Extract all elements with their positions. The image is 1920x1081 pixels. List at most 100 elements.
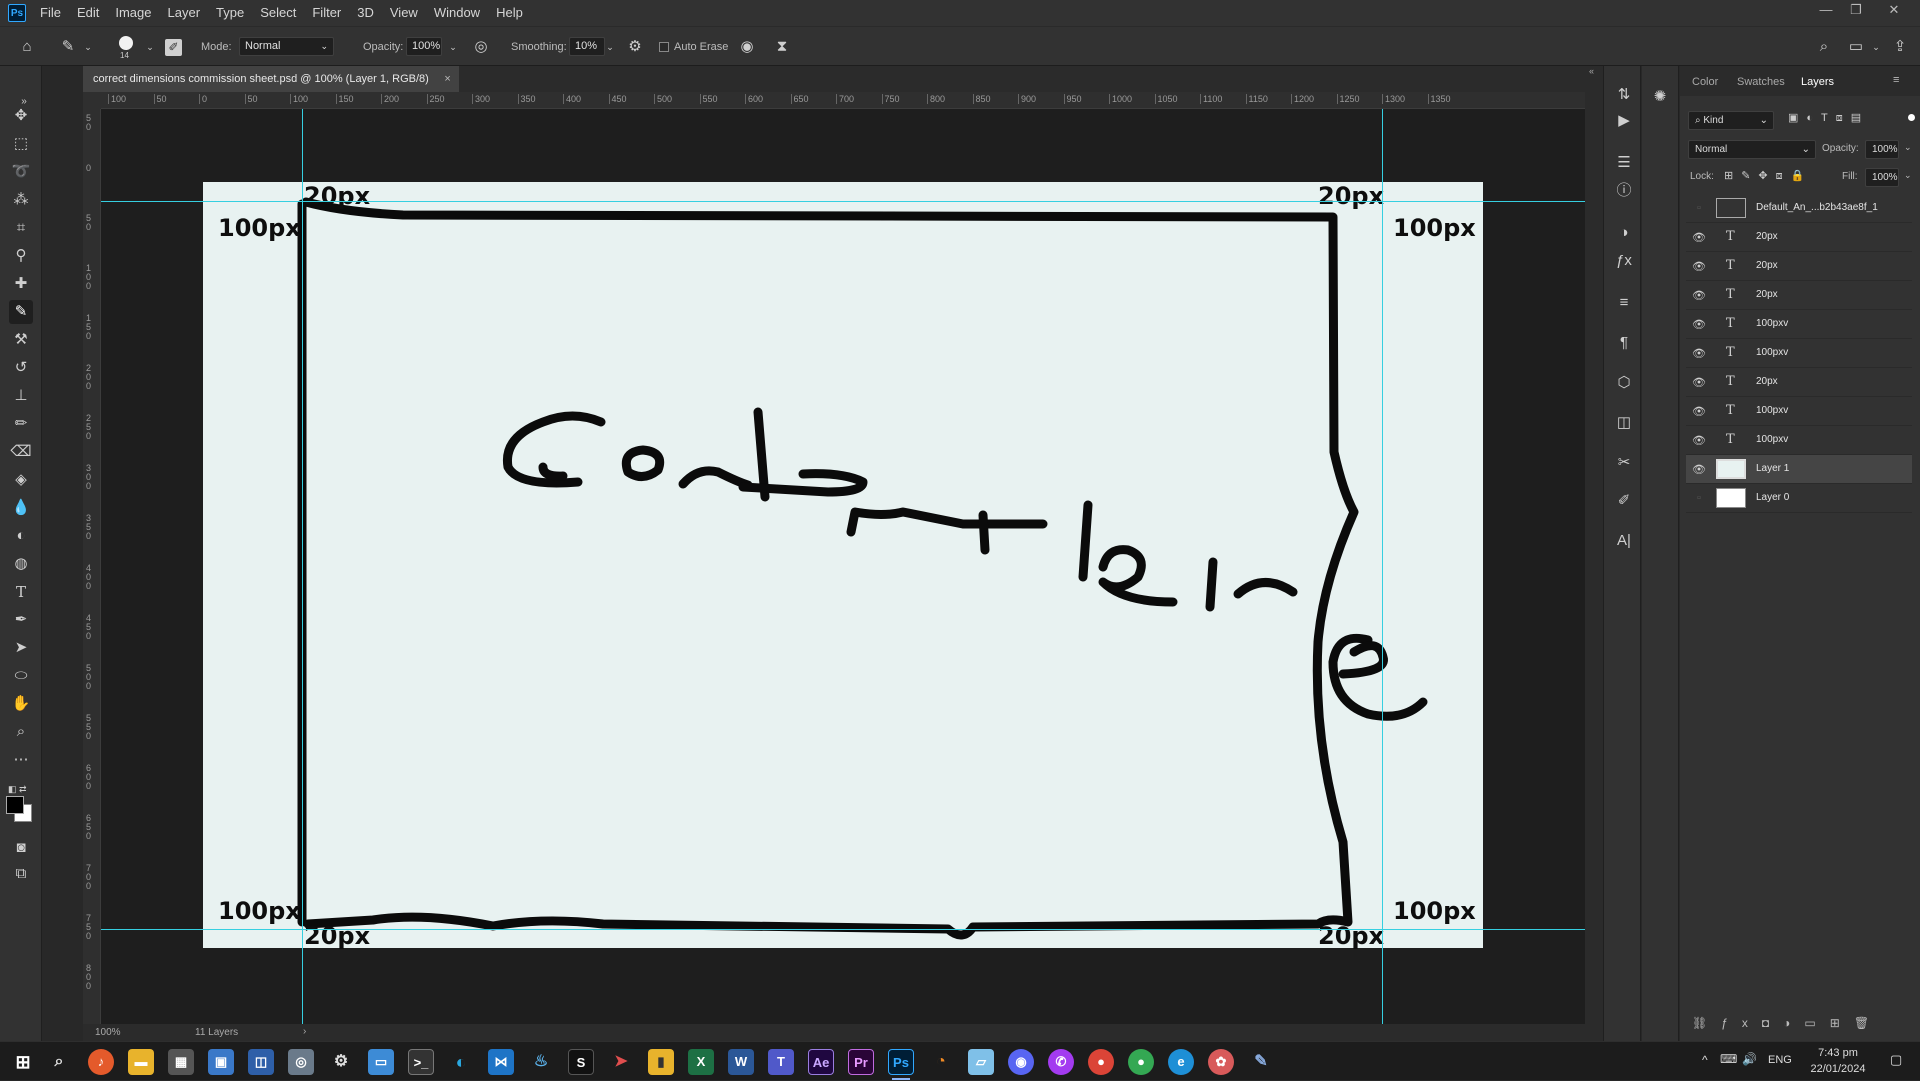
- menu-help[interactable]: Help: [488, 0, 531, 26]
- layer-row[interactable]: 👁 T 20px: [1686, 368, 1912, 397]
- eye-icon[interactable]: 👁: [1692, 318, 1706, 331]
- close-tab-icon[interactable]: ×: [444, 66, 450, 92]
- eye-icon[interactable]: 👁: [1692, 376, 1706, 389]
- layer-opacity-chevron-icon[interactable]: ⌄: [1904, 142, 1912, 153]
- paragraph-panel-icon[interactable]: ¶: [1613, 332, 1635, 354]
- close-button[interactable]: ✕: [1880, 0, 1908, 20]
- search-icon[interactable]: ⌕: [46, 1049, 72, 1075]
- tab-layers[interactable]: Layers: [1801, 76, 1834, 88]
- link-layers-icon[interactable]: ⛓: [1692, 1016, 1721, 1030]
- filter-type-icons[interactable]: ▣◐T⧈▤: [1788, 111, 1869, 125]
- layer-row[interactable]: 👁 T 100pxv: [1686, 426, 1912, 455]
- 3d-panel-icon[interactable]: ⬡: [1613, 372, 1635, 394]
- discord-icon[interactable]: ◉: [1008, 1049, 1034, 1075]
- volume-icon[interactable]: 🔊: [1742, 1052, 1757, 1066]
- healing-brush-tool-icon[interactable]: ✚: [9, 272, 33, 296]
- database-app-icon[interactable]: ♨: [528, 1049, 554, 1075]
- horizontal-ruler[interactable]: 100 50 0 50 100 150 200 250 300 350 400 450 500 550 60…: [101, 92, 1585, 109]
- canvas-area[interactable]: 20px 20px 100px 100px 100px 100px 20px 2…: [101, 109, 1585, 1024]
- status-chevron-icon[interactable]: ›: [303, 1026, 306, 1037]
- clone-stamp-tool-icon[interactable]: ⚒: [9, 328, 33, 352]
- sync-app-icon[interactable]: ◐: [448, 1049, 474, 1075]
- hand-tool-icon[interactable]: ✋: [9, 692, 33, 716]
- pencil-tool-preset-icon[interactable]: ✎: [58, 37, 78, 57]
- smoothing-chevron-icon[interactable]: ⌄: [600, 37, 620, 57]
- menu-view[interactable]: View: [382, 0, 426, 26]
- guide-vertical-left[interactable]: [302, 109, 303, 1024]
- music-app-icon[interactable]: ♪: [88, 1049, 114, 1075]
- settings-icon[interactable]: ⚙: [328, 1049, 354, 1075]
- vpn-app-icon[interactable]: ➤: [608, 1049, 634, 1075]
- marquee-tool-icon[interactable]: ⬚: [9, 132, 33, 156]
- eye-icon[interactable]: 👁: [1692, 231, 1706, 244]
- new-group-icon[interactable]: ▭: [1804, 1016, 1829, 1030]
- adjustments-panel-icon[interactable]: ◑: [1613, 222, 1635, 244]
- screen-app-icon[interactable]: ▭: [368, 1049, 394, 1075]
- tab-swatches[interactable]: Swatches: [1737, 76, 1785, 88]
- pressure-opacity-icon[interactable]: ◎: [471, 37, 491, 57]
- move-tool-icon[interactable]: ✥: [9, 104, 33, 128]
- share-icon[interactable]: ⇪: [1890, 37, 1910, 57]
- paint-bucket-tool-icon[interactable]: ◈: [9, 468, 33, 492]
- gear-icon[interactable]: ⚙: [625, 37, 645, 57]
- layer-row[interactable]: 👁 T 20px: [1686, 252, 1912, 281]
- ellipse-tool-icon[interactable]: ⬭: [9, 664, 33, 688]
- notifications-icon[interactable]: ▢: [1890, 1052, 1902, 1068]
- messenger-icon[interactable]: ✆: [1048, 1049, 1074, 1075]
- symmetry-icon[interactable]: ⧗: [772, 37, 792, 57]
- game-app-icon[interactable]: ✿: [1208, 1049, 1234, 1075]
- screen-mode-icon[interactable]: ⧉: [9, 862, 33, 886]
- default-colors-icon[interactable]: ◧ ⇄: [8, 784, 27, 795]
- layer-row[interactable]: 👁 T 100pxv: [1686, 397, 1912, 426]
- start-icon[interactable]: ⊞: [10, 1049, 36, 1075]
- adjustment-layer-icon[interactable]: ◑: [1783, 1016, 1804, 1030]
- fill-chevron-icon[interactable]: ⌄: [1904, 170, 1912, 181]
- eye-icon[interactable]: 👁: [1692, 260, 1706, 273]
- menu-window[interactable]: Window: [426, 0, 488, 26]
- menu-type[interactable]: Type: [208, 0, 252, 26]
- auto-erase-checkbox[interactable]: [659, 42, 669, 52]
- menu-image[interactable]: Image: [107, 0, 159, 26]
- libraries-panel-icon[interactable]: ◫: [1613, 412, 1635, 434]
- layer-opacity-input[interactable]: 100%: [1865, 140, 1899, 159]
- crop-tool-icon[interactable]: ⌗: [9, 216, 33, 240]
- new-layer-icon[interactable]: ⊞: [1830, 1016, 1854, 1030]
- teams-icon[interactable]: T: [768, 1049, 794, 1075]
- guide-horizontal-bottom[interactable]: [101, 929, 1585, 930]
- tab-color[interactable]: Color: [1692, 76, 1718, 88]
- layer-row[interactable]: ▫ Default_An_...b2b43ae8f_1: [1686, 194, 1912, 223]
- menu-edit[interactable]: Edit: [69, 0, 107, 26]
- guide-horizontal-top[interactable]: [101, 201, 1585, 202]
- blend-mode-select[interactable]: Normal ⌄: [1688, 140, 1816, 159]
- mixer-brush-tool-icon[interactable]: ✏: [9, 412, 33, 436]
- premiere-icon[interactable]: Pr: [848, 1049, 874, 1075]
- navigator-panel-icon[interactable]: ✺: [1649, 86, 1671, 108]
- layer-row[interactable]: 👁 T 100pxv: [1686, 339, 1912, 368]
- excel-icon[interactable]: X: [688, 1049, 714, 1075]
- ruler-origin[interactable]: [83, 92, 101, 109]
- pencil-tool-icon[interactable]: ✎: [9, 300, 33, 324]
- app-icon-s[interactable]: S: [568, 1049, 594, 1075]
- styles-panel-icon[interactable]: ƒx: [1613, 250, 1635, 272]
- document-tab[interactable]: correct dimensions commission sheet.psd …: [83, 66, 459, 92]
- path-selection-tool-icon[interactable]: ➤: [9, 636, 33, 660]
- utility-app-icon[interactable]: ◎: [288, 1049, 314, 1075]
- type-tool-icon[interactable]: T: [9, 580, 33, 604]
- home-icon[interactable]: ⌂: [17, 37, 37, 57]
- workspace-icon[interactable]: ▭: [1846, 37, 1866, 57]
- panel-menu-icon[interactable]: ≡: [1893, 74, 1899, 86]
- edge-icon[interactable]: e: [1168, 1049, 1194, 1075]
- layer-row[interactable]: 👁 T 20px: [1686, 223, 1912, 252]
- sponge-tool-icon[interactable]: ◍: [9, 552, 33, 576]
- more-tools-icon[interactable]: ⋯: [9, 748, 33, 772]
- eraser-tool-icon[interactable]: ⌫: [9, 440, 33, 464]
- layer-row-selected[interactable]: 👁 Layer 1: [1686, 455, 1912, 484]
- pressure-size-icon[interactable]: ◉: [737, 37, 757, 57]
- layer-row[interactable]: 👁 T 100pxv: [1686, 310, 1912, 339]
- chevron-down-icon[interactable]: ⌄: [78, 37, 98, 57]
- actions-panel-icon[interactable]: ▶: [1613, 110, 1635, 132]
- filter-toggle-icon[interactable]: [1908, 114, 1915, 121]
- object-selection-tool-icon[interactable]: ⁂: [9, 188, 33, 212]
- foreground-color-swatch[interactable]: [6, 796, 24, 814]
- visibility-off-icon[interactable]: ▫: [1692, 202, 1706, 214]
